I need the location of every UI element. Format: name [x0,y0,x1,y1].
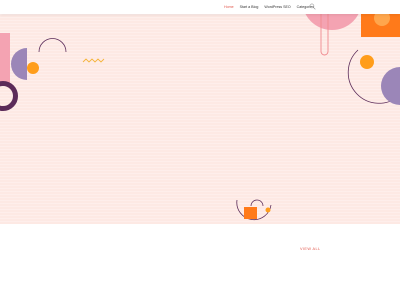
search-icon[interactable] [309,3,316,10]
nav-item-home[interactable]: Home [224,4,234,10]
hero-decorations [0,14,400,221]
bottom-orange-square-shape [244,207,257,219]
pink-rectangle-shape [0,33,10,85]
bottom-small-arc-shape [250,199,264,207]
purple-half-circle-shape [11,48,27,80]
bottom-orange-dot-shape [265,207,271,213]
orange-dot-shape [27,62,39,74]
hero-section [0,14,400,224]
view-all-link[interactable]: VIEW ALL [300,247,321,251]
pink-circle-shape [305,14,359,30]
thin-arc-shape [38,38,67,53]
right-orange-dot-shape [360,55,374,69]
site-header: Home Start a Blog WordPress SEO Categori… [0,0,400,14]
dark-ring-shape [0,81,18,111]
main-nav: Home Start a Blog WordPress SEO Categori… [224,4,314,10]
nav-item-start-a-blog[interactable]: Start a Blog [240,4,259,10]
right-purple-circle-shape [381,67,400,105]
nav-item-wordpress-seo[interactable]: WordPress SEO [264,4,290,10]
zigzag-shape [82,58,105,63]
